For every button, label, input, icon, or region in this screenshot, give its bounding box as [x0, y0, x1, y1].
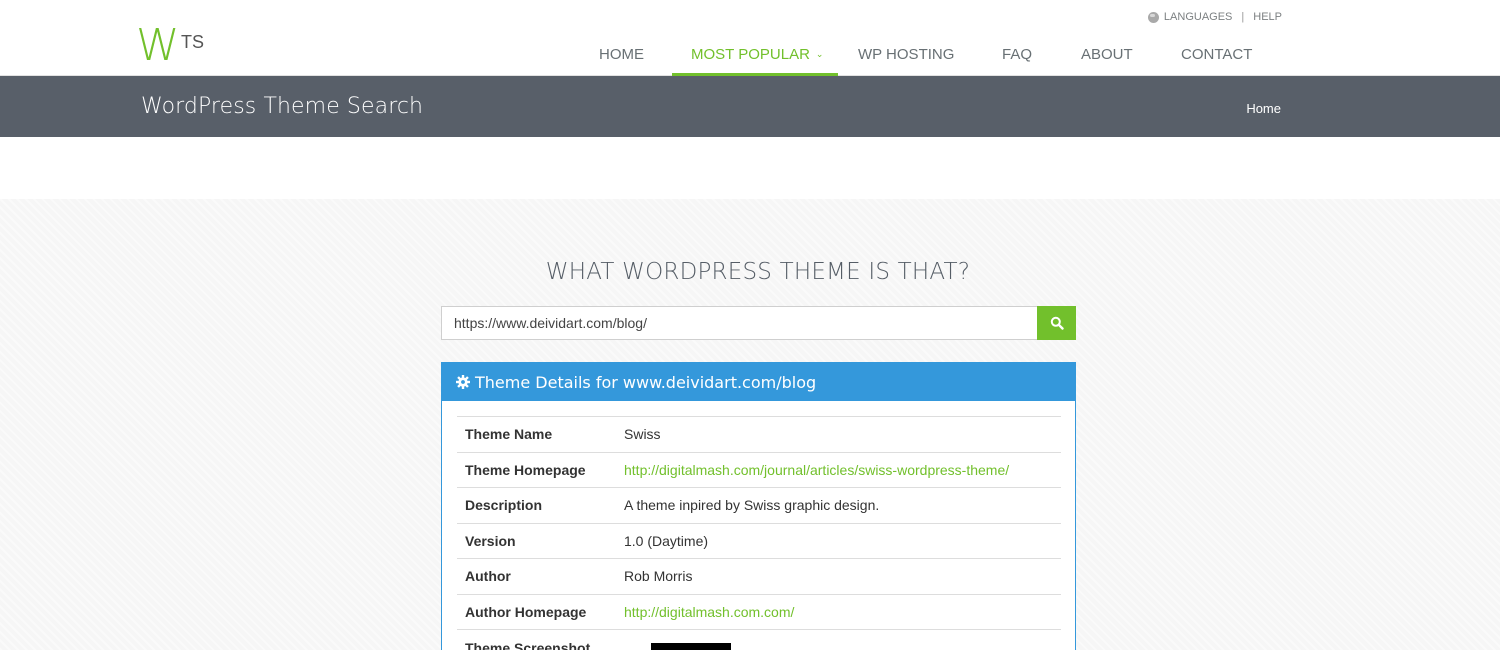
- theme-screenshot-cell: [616, 629, 1061, 650]
- row-key: Author Homepage: [457, 593, 616, 630]
- page-title: WordPress Theme Search: [141, 94, 424, 119]
- search-form: [441, 306, 1076, 340]
- globe-icon: [1147, 11, 1159, 23]
- url-search-input[interactable]: [441, 306, 1038, 340]
- version-value: 1.0 (Daytime): [616, 522, 1061, 559]
- topbar: LANGUAGES | HELP: [1147, 10, 1282, 24]
- nav-faq[interactable]: FAQ: [1002, 46, 1032, 76]
- row-key: Author: [457, 558, 616, 594]
- theme-screenshot-image[interactable]: [651, 642, 731, 650]
- help-link[interactable]: HELP: [1253, 11, 1282, 23]
- languages-link[interactable]: LANGUAGES: [1164, 11, 1232, 23]
- row-key: Version: [457, 522, 616, 559]
- theme-homepage-link[interactable]: http://digitalmash.com/journal/articles/…: [616, 451, 1061, 488]
- nav-most-popular-label: MOST POPULAR: [691, 46, 810, 63]
- theme-details-table: Theme Name Swiss Theme Homepage http://d…: [457, 416, 1061, 650]
- row-key: Theme Screenshot: [457, 629, 616, 650]
- breadcrumb-bar: WordPress Theme Search Home: [0, 76, 1500, 137]
- chevron-down-icon: ⌄: [815, 49, 824, 59]
- gear-icon: [456, 375, 470, 389]
- table-row: Description A theme inpired by Swiss gra…: [457, 487, 1061, 523]
- table-row: Author Homepage http://digitalmash.com.c…: [457, 593, 1061, 630]
- panel-title: Theme Details for www.deividart.com/blog: [475, 372, 817, 392]
- main-nav: HOME MOST POPULAR ⌄ WP HOSTING FAQ ABOUT …: [0, 30, 1500, 76]
- description-value: A theme inpired by Swiss graphic design.: [616, 487, 1061, 523]
- row-key: Theme Homepage: [457, 451, 616, 488]
- topbar-separator: |: [1241, 11, 1245, 23]
- table-row: Theme Screenshot: [457, 629, 1061, 650]
- author-homepage-link[interactable]: http://digitalmash.com.com/: [616, 593, 1061, 630]
- row-key: Theme Name: [457, 416, 616, 452]
- table-row: Theme Name Swiss: [457, 416, 1061, 452]
- nav-home[interactable]: HOME: [599, 46, 644, 76]
- table-row: Theme Homepage http://digitalmash.com/jo…: [457, 451, 1061, 488]
- table-row: Version 1.0 (Daytime): [457, 522, 1061, 559]
- breadcrumb-home-link[interactable]: Home: [1246, 101, 1281, 116]
- theme-details-panel: Theme Details for www.deividart.com/blog…: [441, 362, 1076, 650]
- search-button[interactable]: [1037, 306, 1076, 340]
- search-icon: [1050, 316, 1064, 330]
- search-heading: WHAT WORDPRESS THEME IS THAT?: [545, 259, 971, 285]
- row-key: Description: [457, 487, 616, 523]
- nav-contact[interactable]: CONTACT: [1181, 46, 1252, 76]
- author-value: Rob Morris: [616, 558, 1061, 594]
- nav-most-popular[interactable]: MOST POPULAR ⌄: [672, 46, 838, 76]
- table-row: Author Rob Morris: [457, 558, 1061, 594]
- site-header: W TS LANGUAGES | HELP HOME MOST POPULAR ⌄…: [0, 0, 1500, 76]
- theme-name-value: Swiss: [616, 416, 1061, 452]
- panel-body: Theme Name Swiss Theme Homepage http://d…: [442, 401, 1075, 650]
- nav-wp-hosting[interactable]: WP HOSTING: [858, 46, 954, 76]
- panel-heading: Theme Details for www.deividart.com/blog: [442, 363, 1075, 401]
- nav-about[interactable]: ABOUT: [1081, 46, 1133, 76]
